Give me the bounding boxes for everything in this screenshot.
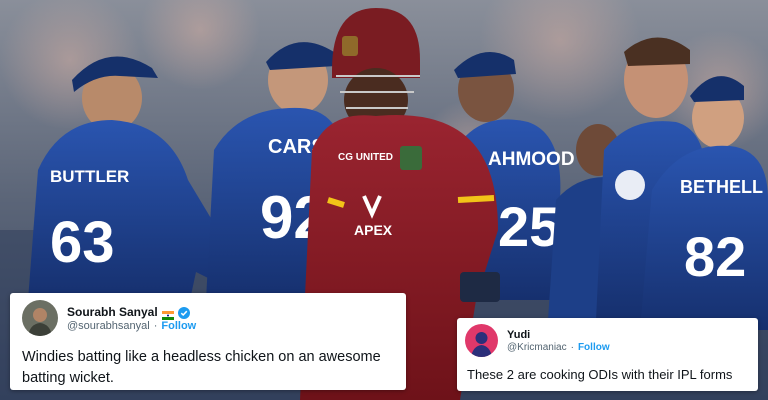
avatar-icon[interactable]	[22, 300, 58, 336]
follow-button[interactable]: Follow	[161, 320, 196, 332]
verified-badge-icon	[177, 306, 190, 319]
tweet-card-1: Sourabh Sanyal @sourabhsanyal · Follow W…	[10, 293, 406, 390]
tweet-1-handle[interactable]: @sourabhsanyal	[67, 320, 150, 332]
tweet-2-header: Yudi @Kricmaniac · Follow	[465, 324, 610, 357]
tweet-2-handle[interactable]: @Kricmaniac	[507, 342, 567, 353]
india-flag-icon	[161, 307, 174, 320]
separator-dot: ·	[570, 341, 574, 353]
batsman-sponsor-main: APEX	[354, 222, 393, 238]
fielder-number-mahmood: 25	[498, 195, 560, 258]
fielder-number-buttler: 63	[50, 210, 115, 275]
tweet-card-2: Yudi @Kricmaniac · Follow These 2 are co…	[457, 318, 758, 391]
separator-dot: ·	[153, 319, 158, 332]
tweet-2-text: These 2 are cooking ODIs with their IPL …	[467, 367, 733, 382]
tweet-1-header: Sourabh Sanyal @sourabhsanyal · Follow	[22, 300, 196, 336]
tweet-1-text: Windies batting like a headless chicken …	[22, 349, 381, 386]
tweet-2-display-name[interactable]: Yudi	[507, 329, 530, 341]
batsman-sponsor-top: CG UNITED	[338, 152, 393, 163]
tweet-1-display-name[interactable]: Sourabh Sanyal	[67, 305, 158, 319]
fielder-name-mahmood: AHMOOD	[488, 149, 575, 170]
follow-button[interactable]: Follow	[578, 342, 610, 353]
avatar-icon[interactable]	[465, 324, 498, 357]
fielder-name-bethell: BETHELL	[680, 177, 763, 197]
fielder-number-bethell: 82	[684, 225, 746, 288]
fielder-name-buttler: BUTTLER	[50, 167, 129, 186]
